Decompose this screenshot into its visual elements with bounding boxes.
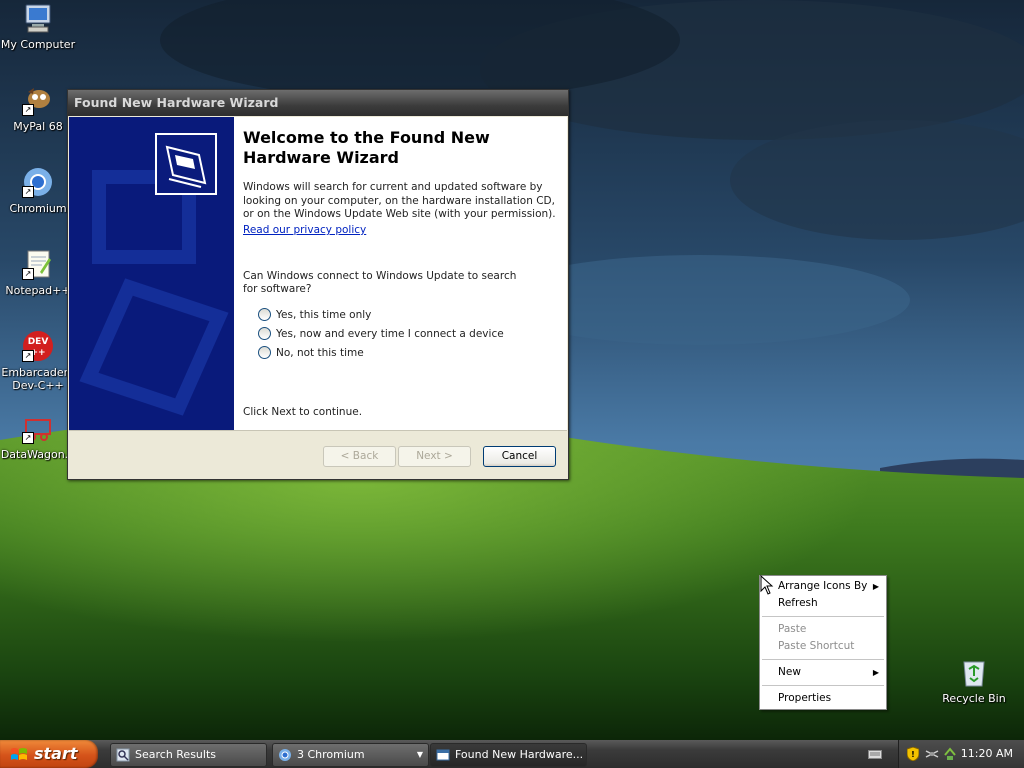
menu-separator — [762, 616, 884, 617]
next-button[interactable]: Next > — [398, 446, 471, 467]
radio-circle[interactable] — [258, 327, 271, 340]
task-label: 3 Chromium — [297, 748, 365, 761]
desktop-icon-datawagon[interactable]: ↗ DataWagon... — [0, 412, 76, 461]
desktop-icon-label: Notepad++ — [5, 284, 71, 297]
shortcut-arrow-icon: ↗ — [22, 350, 34, 362]
mypal-icon: ↗ — [22, 84, 54, 116]
desktop-icon-label: DataWagon... — [0, 448, 76, 461]
wizard-button-bar: < Back Next > Cancel — [69, 430, 567, 478]
mouse-pointer-icon — [760, 575, 774, 595]
menu-item-label: New — [778, 666, 801, 678]
shortcut-arrow-icon: ↗ — [22, 432, 34, 444]
radio-label: No, not this time — [276, 346, 364, 359]
desktop-icon-label: MyPal 68 — [13, 120, 63, 133]
menu-separator — [762, 685, 884, 686]
windows-flag-icon — [11, 748, 27, 760]
clock[interactable]: 11:20 AM — [961, 740, 1013, 768]
window-icon — [436, 749, 450, 761]
radio-no-not-this-time[interactable]: No, not this time — [258, 346, 364, 359]
desktop-icon-my-computer[interactable]: My Computer — [0, 2, 76, 51]
menu-item-paste-shortcut[interactable]: Paste Shortcut — [760, 638, 886, 655]
network-icon[interactable] — [925, 748, 939, 760]
chromium-icon: ↗ — [22, 166, 54, 198]
menu-item-label: Refresh — [778, 597, 818, 609]
radio-yes-every-time[interactable]: Yes, now and every time I connect a devi… — [258, 327, 504, 340]
wizard-hint: Click Next to continue. — [243, 406, 363, 418]
desktop-icon-label: Chromium — [9, 202, 67, 215]
radio-circle[interactable] — [258, 308, 271, 321]
taskbar-button-found-new-hardware[interactable]: Found New Hardware... — [430, 743, 587, 767]
shortcut-arrow-icon: ↗ — [22, 104, 34, 116]
hardware-wizard-window[interactable]: Found New Hardware Wizard Welcome to the… — [67, 89, 569, 480]
taskbar-button-search-results[interactable]: Search Results — [110, 743, 267, 767]
desktop-icon-notepadpp[interactable]: ↗ Notepad++ — [0, 248, 76, 297]
svg-text:!: ! — [911, 750, 915, 759]
menu-item-label: Properties — [778, 692, 832, 704]
start-button[interactable]: start — [0, 740, 98, 768]
hardware-card-icon — [155, 133, 217, 195]
keyboard-icon[interactable] — [868, 748, 882, 760]
privacy-policy-link[interactable]: Read our privacy policy — [243, 224, 366, 236]
menu-item-new[interactable]: New ▶ — [760, 664, 886, 681]
menu-item-refresh[interactable]: Refresh — [760, 595, 886, 612]
search-results-icon — [116, 748, 130, 762]
menu-item-paste[interactable]: Paste — [760, 621, 886, 638]
shortcut-arrow-icon: ↗ — [22, 268, 34, 280]
menu-separator — [762, 659, 884, 660]
safely-remove-hardware-icon[interactable] — [943, 747, 957, 761]
system-tray: ! 11:20 AM — [898, 740, 1024, 768]
desktop-icon-recycle-bin[interactable]: Recycle Bin — [936, 656, 1012, 705]
desktop-icon-mypal[interactable]: ↗ MyPal 68 — [0, 84, 76, 133]
desktop-icon-label: Recycle Bin — [942, 692, 1006, 705]
desktop-icon-label: Embarcadero Dev-C++ — [1, 366, 75, 392]
menu-item-label: Paste Shortcut — [778, 640, 855, 652]
menu-item-arrange-icons-by[interactable]: Arrange Icons By ▶ — [760, 578, 886, 595]
devcpp-icon: DEV ++ ↗ — [22, 330, 54, 362]
svg-text:DEV: DEV — [28, 337, 49, 347]
wizard-side-banner — [69, 117, 234, 430]
wizard-question: Can Windows connect to Windows Update to… — [243, 270, 517, 295]
notepadpp-icon: ↗ — [22, 248, 54, 280]
group-dropdown-icon: ▼ — [416, 750, 423, 759]
desktop-icon-chromium[interactable]: ↗ Chromium — [0, 166, 76, 215]
menu-item-label: Arrange Icons By — [778, 580, 868, 592]
submenu-arrow-icon: ▶ — [872, 582, 879, 591]
radio-label: Yes, this time only — [276, 308, 372, 321]
wizard-heading: Welcome to the Found New Hardware Wizard — [243, 128, 490, 167]
radio-circle[interactable] — [258, 346, 271, 359]
desktop-icon-label: My Computer — [0, 38, 76, 51]
wizard-title-bar[interactable]: Found New Hardware Wizard — [68, 90, 568, 116]
taskbar-button-chromium-group[interactable]: 3 Chromium ▼ — [272, 743, 429, 767]
radio-yes-this-time[interactable]: Yes, this time only — [258, 308, 371, 321]
desktop-icon-devcpp[interactable]: DEV ++ ↗ Embarcadero Dev-C++ — [0, 330, 76, 392]
datawagon-icon: ↗ — [22, 412, 54, 444]
desktop[interactable]: My Computer ↗ MyPal 68 ↗ Chromium ↗ Note… — [0, 0, 1024, 740]
task-label: Found New Hardware... — [455, 748, 584, 761]
wizard-content: Welcome to the Found New Hardware Wizard… — [234, 117, 567, 430]
wizard-description: Windows will search for current and upda… — [243, 181, 556, 220]
desktop-context-menu[interactable]: Arrange Icons By ▶ Refresh Paste Paste S… — [759, 575, 887, 710]
wizard-title: Found New Hardware Wizard — [74, 95, 279, 110]
menu-item-properties[interactable]: Properties — [760, 690, 886, 707]
chromium-icon — [279, 749, 291, 761]
security-shield-icon[interactable]: ! — [907, 747, 919, 761]
back-button[interactable]: < Back — [323, 446, 396, 467]
recycle-bin-icon — [958, 656, 990, 688]
submenu-arrow-icon: ▶ — [872, 668, 879, 677]
cancel-button[interactable]: Cancel — [483, 446, 556, 467]
task-label: Search Results — [135, 748, 217, 761]
start-label: start — [34, 744, 78, 763]
radio-label: Yes, now and every time I connect a devi… — [276, 327, 504, 340]
menu-item-label: Paste — [778, 623, 807, 635]
taskbar: start Search Results 3 Chromium ▼ Found … — [0, 740, 1024, 768]
shortcut-arrow-icon: ↗ — [22, 186, 34, 198]
computer-icon — [22, 2, 54, 34]
